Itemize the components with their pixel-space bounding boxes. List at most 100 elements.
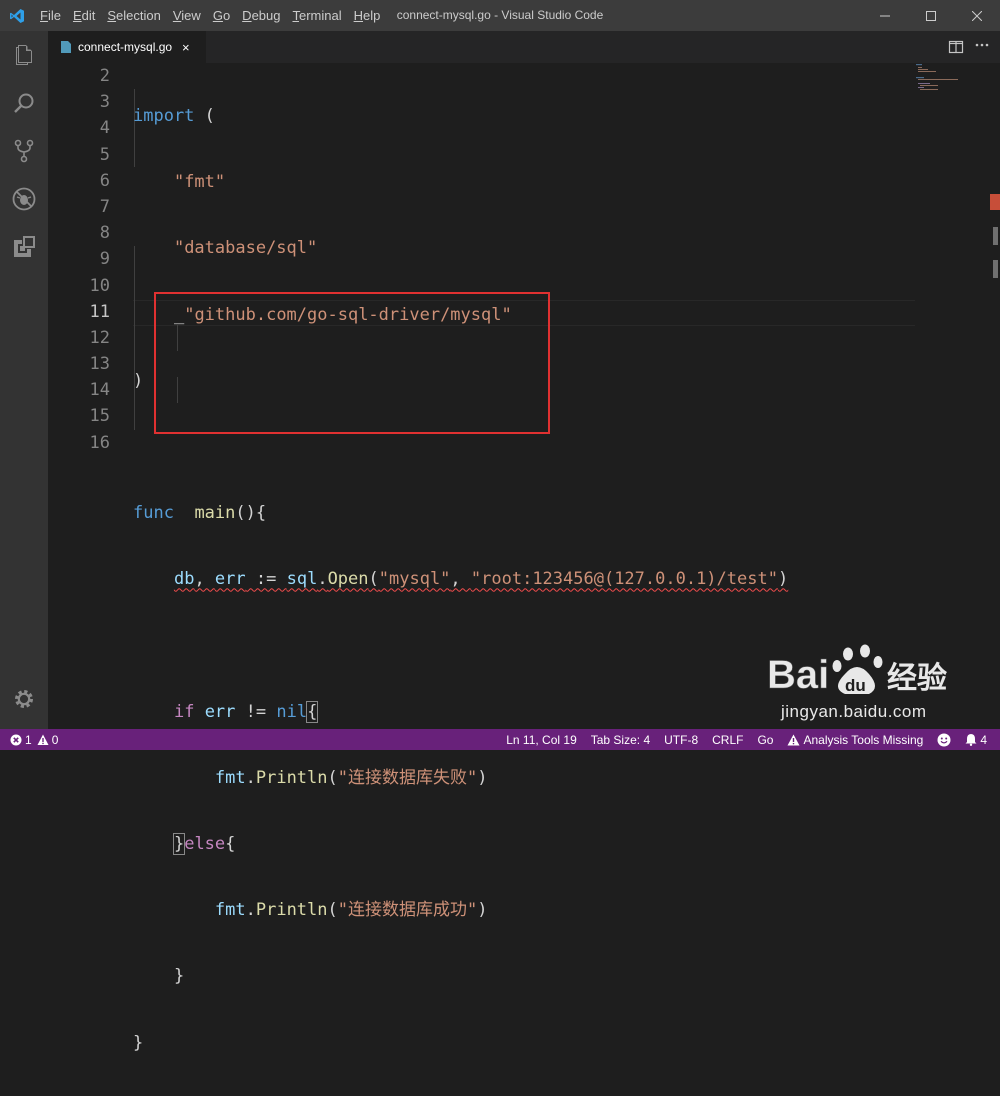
baidu-watermark: Bai du 经验 jingyan.baidu.com: [765, 638, 955, 730]
minimize-icon[interactable]: [862, 0, 908, 31]
bell-icon: [965, 733, 977, 746]
line-number[interactable]: 14: [48, 377, 110, 403]
warning-count: 0: [51, 732, 59, 747]
annotation-highlight-box: [154, 292, 550, 434]
menu-file[interactable]: File: [34, 0, 67, 31]
code-line: if err != nil{: [133, 699, 788, 725]
settings-gear-icon[interactable]: [0, 675, 48, 723]
error-squiggle[interactable]: db, err := sql.Open("mysql", "root:12345…: [174, 569, 788, 589]
menu-mnemonic: E: [72, 8, 82, 23]
minimap[interactable]: [914, 63, 986, 103]
line-number[interactable]: 9: [48, 246, 110, 272]
code-line: func main(){: [133, 500, 788, 526]
menu-go[interactable]: Go: [207, 0, 236, 31]
menu-label: election: [116, 8, 161, 23]
punct: {: [225, 834, 236, 855]
string-literal: "连接数据库失败": [337, 767, 478, 788]
tab-label: connect-mysql.go: [78, 40, 173, 54]
punct: (: [368, 569, 379, 590]
line-number[interactable]: 7: [48, 194, 110, 220]
function-call: Println: [255, 767, 328, 788]
menu-debug[interactable]: Debug: [236, 0, 286, 31]
analysis-tools-status[interactable]: Analysis Tools Missing: [780, 729, 930, 750]
more-actions-icon[interactable]: [974, 37, 990, 57]
smiley-feedback-icon[interactable]: [930, 729, 958, 750]
source-control-icon[interactable]: [0, 127, 48, 175]
language-mode[interactable]: Go: [750, 729, 780, 750]
cursor-position[interactable]: Ln 11, Col 19: [499, 729, 584, 750]
operator: !=: [235, 701, 277, 722]
line-number[interactable]: 2: [48, 63, 110, 89]
matched-bracket: }: [172, 833, 186, 856]
line-number[interactable]: 6: [48, 168, 110, 194]
line-number[interactable]: 11: [48, 299, 110, 325]
indentation[interactable]: Tab Size: 4: [584, 729, 657, 750]
editor-tab-bar: connect-mysql.go ×: [48, 31, 1000, 63]
title-bar: File Edit Selection View Go Debug Terminal Help…: [0, 0, 1000, 31]
package-name: fmt: [214, 900, 246, 921]
punct: ): [777, 569, 789, 590]
status-left: 1 0: [10, 729, 65, 750]
tab-close-button[interactable]: ×: [182, 40, 190, 55]
package-name: fmt: [214, 767, 246, 788]
code-line: fmt.Println("连接数据库失败"): [133, 765, 788, 791]
keyword-nil: nil: [276, 701, 308, 722]
maximize-icon[interactable]: [908, 0, 954, 31]
code-line: fmt.Println("连接数据库成功"): [133, 897, 788, 923]
punct: .: [317, 569, 328, 590]
menu-label: o: [222, 8, 231, 23]
line-number[interactable]: 12: [48, 325, 110, 351]
paren: (: [194, 106, 215, 126]
punct: .: [245, 767, 256, 788]
line-number[interactable]: 13: [48, 351, 110, 377]
svg-text:du: du: [845, 676, 866, 695]
code-line: import (: [133, 103, 788, 129]
keyword-import: import: [133, 106, 195, 126]
line-number[interactable]: 3: [48, 89, 110, 115]
menu-mnemonic: H: [353, 8, 363, 23]
code-line: }: [133, 963, 788, 989]
code-line: "database/sql": [133, 235, 788, 261]
line-number[interactable]: 10: [48, 273, 110, 299]
menu-mnemonic: F: [40, 8, 48, 23]
menu-edit[interactable]: Edit: [67, 0, 101, 31]
svg-text:Bai: Bai: [767, 653, 829, 697]
line-number[interactable]: 8: [48, 220, 110, 246]
variable: db: [173, 569, 195, 590]
explorer-icon[interactable]: [0, 31, 48, 79]
encoding[interactable]: UTF-8: [657, 729, 705, 750]
close-window-icon[interactable]: [954, 0, 1000, 31]
package-name: sql: [286, 569, 318, 590]
variable: err: [214, 569, 246, 590]
menu-label: dit: [81, 8, 96, 23]
split-editor-icon[interactable]: [948, 39, 964, 59]
error-marker: [990, 194, 1000, 210]
line-number-gutter: 2 3 4 5 6 7 8 9 10 11 12 13 14 15 16: [48, 63, 110, 456]
vscode-logo-icon[interactable]: [0, 0, 34, 31]
line-number[interactable]: 5: [48, 142, 110, 168]
menu-terminal[interactable]: Terminal: [286, 0, 347, 31]
line-number[interactable]: 16: [48, 430, 110, 456]
line-number[interactable]: 15: [48, 403, 110, 429]
keyword-func: func: [133, 503, 174, 524]
menu-selection[interactable]: Selection: [101, 0, 166, 31]
search-icon[interactable]: [0, 79, 48, 127]
menu-view[interactable]: View: [167, 0, 207, 31]
vertical-scrollbar[interactable]: [986, 63, 1000, 729]
end-of-line[interactable]: CRLF: [705, 729, 750, 750]
tab-connect-mysql[interactable]: connect-mysql.go ×: [48, 31, 206, 63]
notifications[interactable]: 4: [958, 729, 994, 750]
punct: ): [477, 767, 488, 788]
debug-icon[interactable]: [0, 175, 48, 223]
problems-indicator[interactable]: 1 0: [10, 729, 65, 750]
menu-help[interactable]: Help: [348, 0, 387, 31]
line-number[interactable]: 4: [48, 115, 110, 141]
code-editor[interactable]: 2 3 4 5 6 7 8 9 10 11 12 13 14 15 16 import ( "fmt" "d…: [48, 63, 1000, 1053]
string-literal: "mysql": [378, 569, 451, 590]
extensions-icon[interactable]: [0, 223, 48, 271]
variable: err: [204, 701, 236, 722]
menu-label: erminal: [298, 8, 342, 23]
operator: :=: [245, 569, 287, 590]
code-lines[interactable]: import ( "fmt" "database/sql" _"github.c…: [133, 63, 788, 1096]
